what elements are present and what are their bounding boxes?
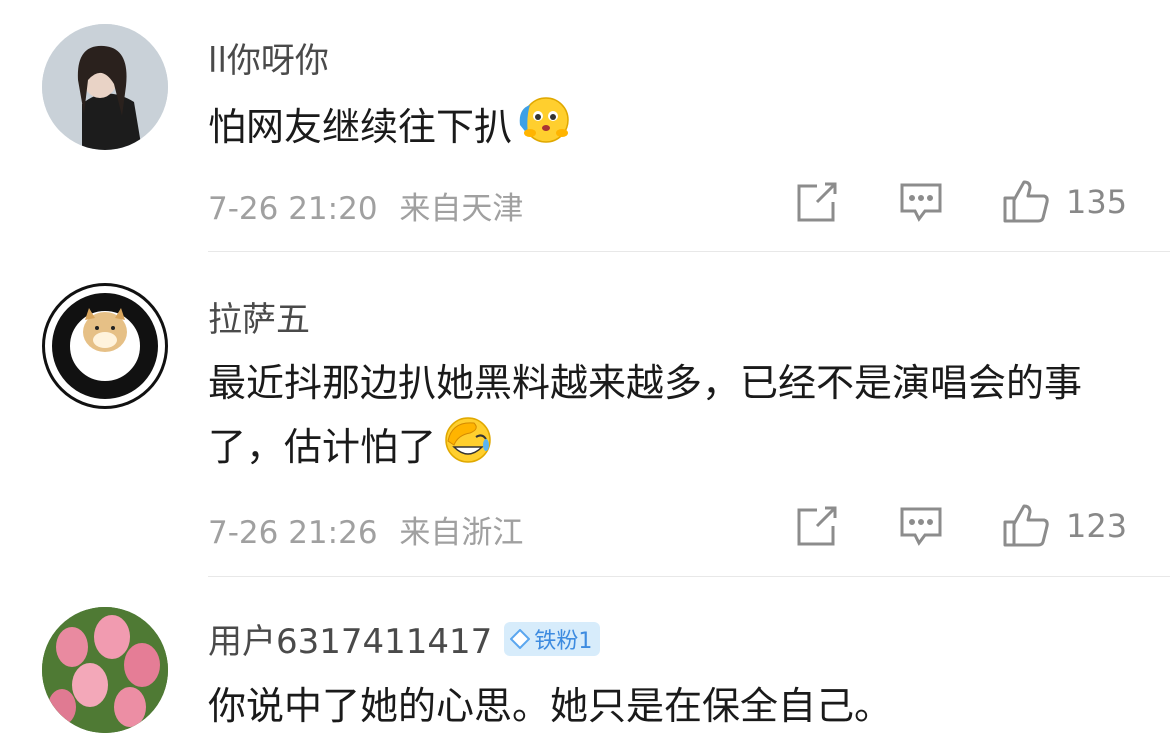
comment-text-content: 最近抖那边扒她黑料越来越多，已经不是演唱会的事了，估计怕了	[208, 361, 1083, 469]
comment-text-content: 怕网友继续往下扒	[208, 105, 513, 149]
share-icon[interactable]	[795, 180, 839, 228]
username-text[interactable]: 拉萨五	[208, 292, 310, 341]
badge-label: 铁粉1	[534, 628, 593, 654]
timestamp: 7-26 21:20	[208, 191, 378, 227]
timestamp: 7-26 21:26	[208, 515, 378, 551]
location: 来自天津	[399, 191, 524, 227]
comment-icon[interactable]	[899, 506, 943, 552]
username-text[interactable]: 用户6317411417	[208, 614, 492, 663]
avatar-logo-text: CSCA	[85, 356, 125, 372]
fan-badge[interactable]: 铁粉1	[504, 621, 601, 656]
avatar[interactable]: CSCA	[42, 283, 168, 409]
comment-text: 最近抖那边扒她黑料越来越多，已经不是演唱会的事了，估计怕了	[208, 352, 1138, 484]
divider	[208, 251, 1170, 252]
comment-text-content: 你说中了她的心思。她只是在保全自己。	[208, 684, 893, 728]
share-icon[interactable]	[795, 504, 839, 552]
like-count: 123	[1066, 507, 1128, 545]
comment-icon[interactable]	[899, 182, 943, 228]
avatar[interactable]	[42, 607, 168, 733]
diamond-icon	[510, 628, 531, 649]
facepalm-laugh-emoji-icon	[440, 415, 496, 484]
like-count: 135	[1066, 183, 1128, 221]
thumbs-up-icon[interactable]	[1002, 178, 1050, 228]
username[interactable]: 用户6317411417 铁粉1	[208, 614, 601, 663]
comment-meta: 7-26 21:26 来自浙江	[208, 507, 523, 552]
comment-text: 怕网友继续往下扒	[208, 95, 1138, 164]
username-text[interactable]: ll你呀你	[208, 33, 329, 82]
comment-meta: 7-26 21:20 来自天津	[208, 183, 523, 228]
divider	[208, 576, 1170, 577]
crying-scared-emoji-icon	[516, 95, 572, 164]
thumbs-up-icon[interactable]	[1002, 502, 1050, 552]
username[interactable]: 拉萨五	[208, 292, 310, 341]
username[interactable]: ll你呀你	[208, 33, 329, 82]
location: 来自浙江	[399, 515, 524, 551]
comment-text: 你说中了她的心思。她只是在保全自己。	[208, 675, 1138, 738]
avatar[interactable]	[42, 24, 168, 150]
